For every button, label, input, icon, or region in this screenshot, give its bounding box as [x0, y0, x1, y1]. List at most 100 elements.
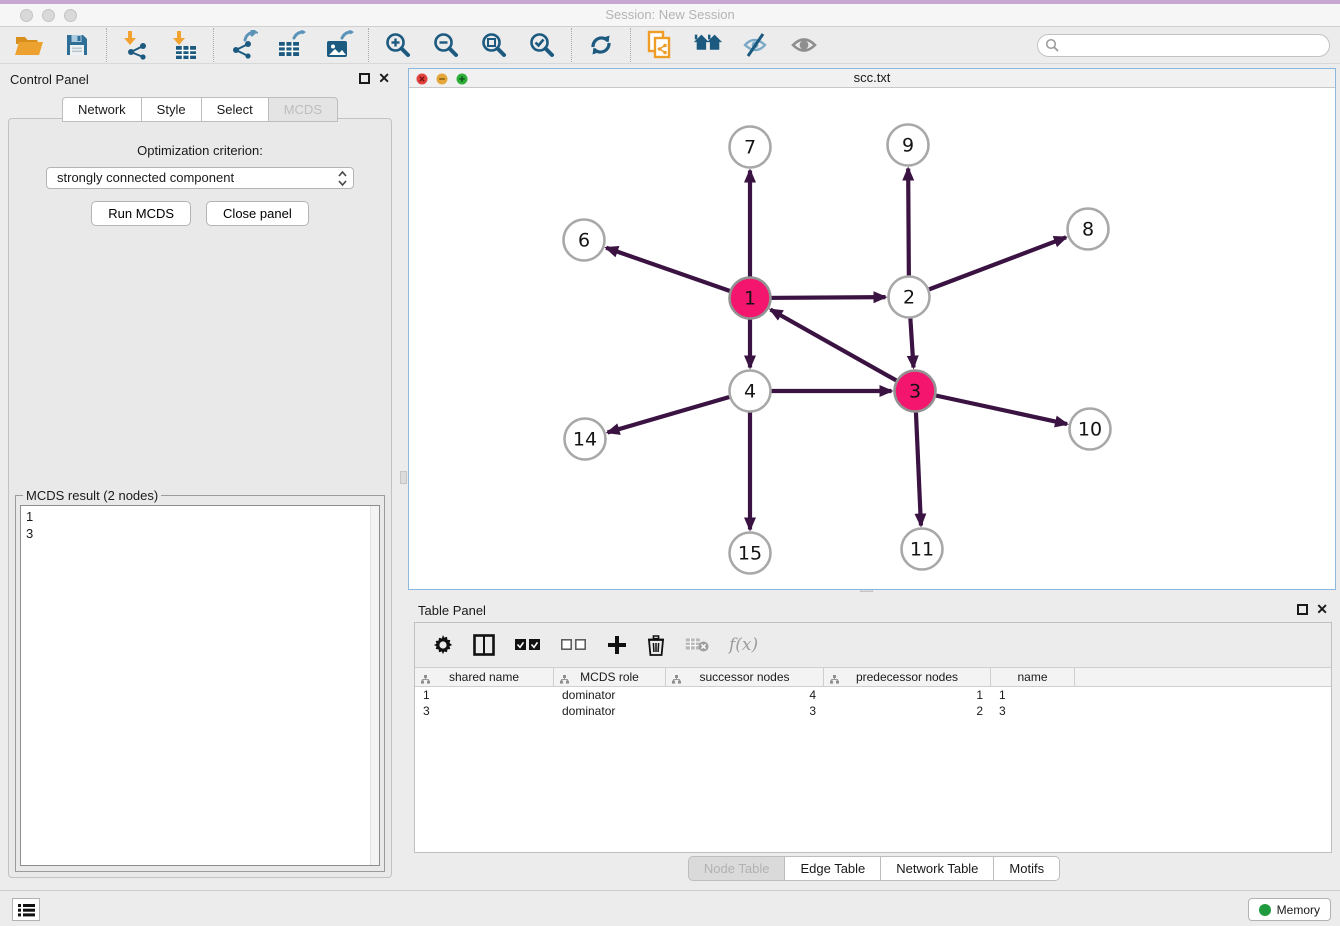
column-header-predecessor-nodes[interactable]: predecessor nodes	[824, 668, 991, 686]
open-session-icon[interactable]	[13, 30, 45, 60]
table-cell[interactable]: 1	[991, 687, 1075, 703]
select-all-columns-icon[interactable]	[515, 632, 541, 658]
table-cell[interactable]: 2	[824, 703, 991, 719]
table-cell[interactable]: 3	[991, 703, 1075, 719]
table-cell[interactable]: 4	[666, 687, 824, 703]
close-table-panel-icon[interactable]: ✕	[1316, 601, 1328, 617]
table-cell[interactable]: 1	[824, 687, 991, 703]
zoom-selected-icon[interactable]	[526, 30, 558, 60]
graph-edge-3-1[interactable]	[770, 310, 915, 391]
search-input[interactable]	[1060, 39, 1329, 53]
table-cell[interactable]: dominator	[554, 687, 666, 703]
zoom-fit-icon[interactable]	[478, 30, 510, 60]
home-view-icon[interactable]	[692, 30, 724, 60]
vertical-splitter-handle[interactable]	[400, 471, 407, 484]
search-field[interactable]	[1037, 34, 1330, 57]
control-panel-title: Control Panel	[10, 72, 89, 87]
refresh-icon[interactable]	[585, 30, 617, 60]
zoom-out-icon[interactable]	[430, 30, 462, 60]
export-network-icon[interactable]	[227, 30, 259, 60]
table-cell[interactable]: 1	[415, 687, 554, 703]
status-bar: Memory	[0, 890, 1340, 926]
mcds-result-text[interactable]: 13	[20, 505, 380, 866]
export-image-icon[interactable]	[323, 30, 355, 60]
task-history-button[interactable]	[12, 898, 40, 921]
import-network-icon[interactable]	[120, 30, 152, 60]
delete-table-icon[interactable]	[685, 632, 709, 658]
table-cell[interactable]: 3	[666, 703, 824, 719]
node-table-body[interactable]: 1dominator4113dominator323	[415, 687, 1331, 719]
clone-network-icon[interactable]	[644, 30, 676, 60]
deselect-all-columns-icon[interactable]	[561, 632, 587, 658]
zoom-in-icon[interactable]	[382, 30, 414, 60]
delete-column-icon[interactable]	[647, 632, 665, 658]
float-panel-icon[interactable]	[359, 73, 370, 84]
float-table-panel-icon[interactable]	[1297, 604, 1308, 615]
add-column-icon[interactable]	[607, 632, 627, 658]
minimize-window-button[interactable]	[42, 9, 55, 22]
tab-network[interactable]: Network	[62, 97, 141, 122]
memory-button[interactable]: Memory	[1248, 898, 1331, 921]
close-panel-button[interactable]: Close panel	[206, 201, 309, 226]
close-panel-icon[interactable]: ✕	[378, 70, 390, 86]
hide-graphics-icon[interactable]	[740, 30, 772, 60]
criterion-dropdown-value: strongly connected component	[57, 170, 234, 185]
table-cell[interactable]: dominator	[554, 703, 666, 719]
graph-edge-4-14[interactable]	[608, 391, 750, 432]
memory-button-label: Memory	[1277, 903, 1320, 917]
graph-node-label-4: 4	[744, 381, 756, 403]
graph-edge-2-8[interactable]	[909, 237, 1066, 297]
close-window-button[interactable]	[20, 9, 33, 22]
network-canvas[interactable]: 7968124314101511	[409, 88, 1335, 589]
column-tree-icon	[830, 673, 839, 687]
graph-edge-1-6[interactable]	[606, 248, 750, 298]
import-table-icon[interactable]	[168, 30, 200, 60]
control-panel-tabs: NetworkStyleSelectMCDS	[0, 97, 400, 122]
network-view-window[interactable]: scc.txt 7968124314101511	[408, 68, 1336, 590]
network-window-titlebar[interactable]: scc.txt	[409, 69, 1335, 88]
network-graph[interactable]: 7968124314101511	[409, 88, 1335, 589]
maximize-window-button[interactable]	[64, 9, 77, 22]
show-graphics-icon[interactable]	[788, 30, 820, 60]
tab-motifs[interactable]: Motifs	[993, 856, 1060, 881]
mcds-result-line: 3	[26, 525, 374, 542]
tab-mcds[interactable]: MCDS	[268, 97, 338, 122]
mcds-result-group: MCDS result (2 nodes) 13	[15, 495, 385, 872]
table-row[interactable]: 3dominator323	[415, 703, 1331, 719]
criterion-dropdown[interactable]: strongly connected component	[46, 167, 354, 189]
graph-node-label-1: 1	[744, 288, 756, 310]
graph-node-label-11: 11	[910, 539, 934, 561]
column-header-name[interactable]: name	[991, 668, 1075, 686]
mcds-result-title: MCDS result (2 nodes)	[23, 488, 161, 503]
column-layout-icon[interactable]	[473, 632, 495, 658]
column-tree-icon	[560, 673, 569, 687]
save-session-icon[interactable]	[61, 30, 93, 60]
tab-edge-table[interactable]: Edge Table	[784, 856, 880, 881]
export-table-icon[interactable]	[275, 30, 307, 60]
table-row[interactable]: 1dominator411	[415, 687, 1331, 703]
column-header-successor-nodes[interactable]: successor nodes	[666, 668, 824, 686]
graph-node-label-8: 8	[1082, 219, 1094, 241]
column-tree-icon	[421, 673, 430, 687]
memory-status-icon	[1259, 904, 1271, 916]
node-table-container: f(x) shared nameMCDS rolesuccessor nodes…	[414, 622, 1332, 853]
app-window-controls[interactable]	[20, 9, 77, 22]
run-mcds-button[interactable]: Run MCDS	[91, 201, 191, 226]
column-header-shared-name[interactable]: shared name	[415, 668, 554, 686]
column-header-MCDS-role[interactable]: MCDS role	[554, 668, 666, 686]
result-scrollbar[interactable]	[370, 506, 379, 865]
tab-network-table[interactable]: Network Table	[880, 856, 993, 881]
graph-edge-3-10[interactable]	[915, 391, 1067, 424]
tab-style[interactable]: Style	[141, 97, 201, 122]
tab-select[interactable]: Select	[201, 97, 268, 122]
table-cell[interactable]: 3	[415, 703, 554, 719]
node-table[interactable]: shared nameMCDS rolesuccessor nodesprede…	[415, 667, 1331, 719]
table-panel: Table Panel ✕	[408, 595, 1340, 890]
graph-node-label-15: 15	[738, 543, 762, 565]
node-table-header[interactable]: shared nameMCDS rolesuccessor nodesprede…	[415, 667, 1331, 687]
function-builder-icon[interactable]: f(x)	[729, 632, 758, 658]
tab-node-table[interactable]: Node Table	[688, 856, 785, 881]
graph-node-label-7: 7	[744, 137, 756, 159]
graph-node-label-3: 3	[909, 381, 921, 403]
table-settings-gear-icon[interactable]	[433, 632, 453, 658]
